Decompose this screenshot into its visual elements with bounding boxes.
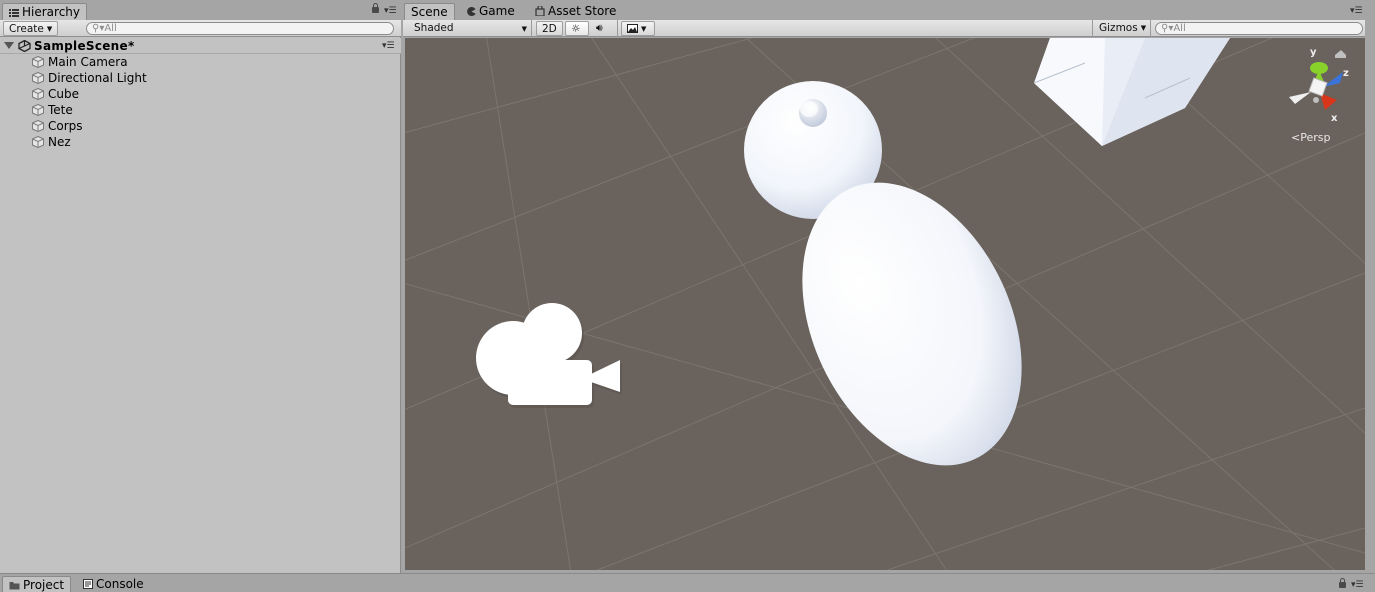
tab-project[interactable]: Project bbox=[2, 576, 72, 592]
axis-y-cap bbox=[1310, 62, 1328, 74]
axis-neg-y-handle bbox=[1313, 97, 1319, 103]
gizmos-dropdown[interactable]: Gizmos ▼ bbox=[1094, 21, 1151, 36]
projection-toggle[interactable]: <Persp bbox=[1291, 131, 1330, 144]
audio-toggle-button[interactable]: 🔊︎ bbox=[591, 21, 615, 36]
tab-scene-label: Scene bbox=[411, 5, 448, 19]
lock-icon bbox=[1335, 50, 1346, 58]
panel-menu-icon[interactable]: ▾☰ bbox=[384, 6, 397, 16]
toolbar-divider bbox=[617, 20, 618, 37]
chevron-left-icon: < bbox=[1291, 131, 1301, 144]
cube-icon bbox=[32, 87, 44, 103]
tab-asset-store-label: Asset Store bbox=[548, 4, 617, 18]
cube-icon bbox=[32, 103, 44, 119]
scene-panel: Scene Game Asset Store ▾☰ Shaded ▼ 2D ☼ 🔊… bbox=[403, 0, 1375, 573]
lighting-toggle-button[interactable]: ☼ bbox=[565, 21, 589, 36]
cube-icon bbox=[32, 135, 44, 151]
scene-toolbar: Shaded ▼ 2D ☼ 🔊︎ ▼ Gizmos ▼ ⚲▾All bbox=[403, 20, 1365, 37]
hierarchy-toolbar: Create ▼ ⚲▾All bbox=[0, 20, 401, 37]
create-button[interactable]: Create ▼ bbox=[3, 21, 59, 36]
store-bag-icon bbox=[535, 4, 545, 20]
hierarchy-search-input[interactable]: ⚲▾All bbox=[86, 22, 394, 35]
sun-icon: ☼ bbox=[571, 23, 581, 35]
draw-mode-label: Shaded bbox=[414, 22, 454, 34]
panel-menu-icon[interactable]: ▾☰ bbox=[1351, 580, 1364, 590]
expand-triangle-icon[interactable] bbox=[4, 42, 14, 49]
lock-icon[interactable] bbox=[1339, 578, 1346, 588]
toggle-2d-button[interactable]: 2D bbox=[536, 21, 563, 36]
tab-asset-store[interactable]: Asset Store bbox=[529, 3, 622, 20]
draw-mode-dropdown[interactable]: Shaded ▼ bbox=[409, 21, 529, 36]
hierarchy-list: Main Camera Directional Light Cube Tete … bbox=[0, 54, 401, 150]
toolbar-divider bbox=[531, 20, 532, 37]
hierarchy-tabbar: Hierarchy ▾☰ bbox=[0, 0, 401, 20]
cube-icon bbox=[32, 71, 44, 87]
projection-label: Persp bbox=[1300, 131, 1331, 144]
tab-game-label: Game bbox=[479, 4, 515, 18]
orientation-gizmo[interactable] bbox=[1289, 50, 1346, 110]
list-item-label: Directional Light bbox=[48, 71, 147, 85]
tab-hierarchy-label: Hierarchy bbox=[22, 5, 81, 19]
cube-icon bbox=[32, 119, 44, 135]
tab-game[interactable]: Game bbox=[461, 3, 521, 20]
toggle-2d-label: 2D bbox=[542, 23, 557, 35]
toolbar-divider bbox=[1092, 20, 1093, 37]
hierarchy-search-placeholder: All bbox=[104, 23, 117, 34]
axis-neg-x-handle bbox=[1289, 92, 1311, 104]
scene-tabbar: Scene Game Asset Store ▾☰ bbox=[403, 0, 1375, 20]
create-button-label: Create bbox=[9, 23, 44, 35]
list-item[interactable]: Cube bbox=[0, 86, 401, 102]
bottom-panel-tabbar: Project Console ▾☰ bbox=[0, 573, 1375, 592]
chevron-down-icon: ▼ bbox=[521, 25, 527, 33]
chevron-down-icon: ▼ bbox=[641, 25, 647, 33]
cube-icon bbox=[32, 55, 44, 71]
search-icon: ⚲▾ bbox=[1161, 23, 1174, 34]
search-icon: ⚲▾ bbox=[92, 23, 105, 34]
scene-render bbox=[405, 38, 1365, 570]
toolbar-divider bbox=[1150, 20, 1151, 37]
scene-menu-icon[interactable]: ▾☰ bbox=[382, 41, 395, 51]
scene-search-placeholder: All bbox=[1173, 23, 1186, 34]
list-item[interactable]: Main Camera bbox=[0, 54, 401, 70]
list-item[interactable]: Tete bbox=[0, 102, 401, 118]
pacman-icon bbox=[467, 4, 476, 20]
scene-search-input[interactable]: ⚲▾All bbox=[1155, 22, 1363, 35]
scene-root-row[interactable]: SampleScene* ▾☰ bbox=[0, 38, 401, 54]
tab-project-label: Project bbox=[23, 578, 65, 592]
list-item-label: Tete bbox=[48, 103, 73, 117]
hierarchy-panel: Hierarchy ▾☰ Create ▼ ⚲▾All SampleScene* … bbox=[0, 0, 401, 573]
lock-icon[interactable] bbox=[372, 3, 379, 13]
cube-object bbox=[1033, 38, 1230, 146]
tab-scene[interactable]: Scene bbox=[404, 3, 455, 20]
effects-dropdown[interactable]: ▼ bbox=[621, 21, 655, 36]
scene-viewport[interactable]: y z x <Persp bbox=[405, 38, 1365, 570]
nose-highlight bbox=[800, 101, 818, 117]
scene-name: SampleScene* bbox=[34, 39, 135, 53]
list-item[interactable]: Directional Light bbox=[0, 70, 401, 86]
tab-console[interactable]: Console bbox=[77, 576, 150, 592]
image-icon bbox=[627, 23, 638, 35]
gizmos-label: Gizmos bbox=[1099, 22, 1138, 34]
tab-console-label: Console bbox=[96, 577, 144, 591]
panel-menu-icon[interactable]: ▾☰ bbox=[1350, 6, 1363, 16]
list-icon bbox=[9, 5, 19, 21]
list-item-label: Main Camera bbox=[48, 55, 128, 69]
list-item-label: Corps bbox=[48, 119, 83, 133]
speaker-icon: 🔊︎ bbox=[596, 22, 603, 34]
chevron-down-icon: ▼ bbox=[46, 25, 53, 33]
camera-icon bbox=[476, 303, 622, 408]
list-item[interactable]: Corps bbox=[0, 118, 401, 134]
list-item-label: Nez bbox=[48, 135, 71, 149]
list-item[interactable]: Nez bbox=[0, 134, 401, 150]
console-icon bbox=[83, 577, 93, 592]
list-item-label: Cube bbox=[48, 87, 79, 101]
axis-z-label: z bbox=[1343, 68, 1349, 79]
axis-x-label: x bbox=[1331, 113, 1338, 124]
unity-scene-icon bbox=[18, 39, 31, 55]
tab-hierarchy[interactable]: Hierarchy bbox=[2, 3, 88, 21]
folder-icon bbox=[9, 578, 20, 592]
chevron-down-icon: ▼ bbox=[1140, 24, 1147, 32]
axis-y-label: y bbox=[1310, 47, 1317, 58]
gizmo-center bbox=[1308, 77, 1328, 97]
